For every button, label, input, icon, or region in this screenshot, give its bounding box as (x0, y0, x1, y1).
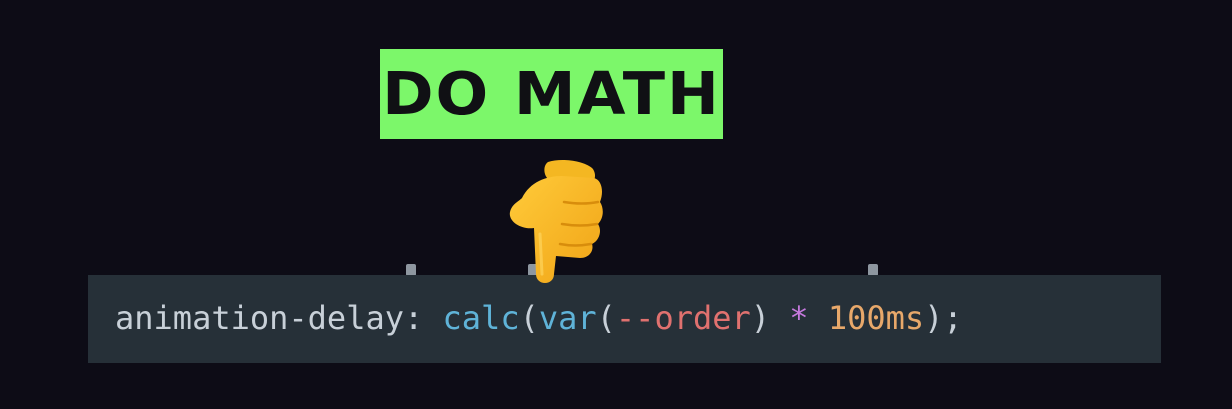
open-paren: ( (596, 299, 616, 337)
colon: : (403, 299, 443, 337)
caption-text: DO MATH (382, 58, 721, 129)
caption-badge: DO MATH (380, 49, 723, 139)
open-paren: ( (519, 299, 539, 337)
number-value: 100ms (827, 299, 925, 337)
semicolon: ; (943, 299, 963, 337)
pointing-down-hand-icon (509, 160, 603, 283)
var-function: var (538, 299, 597, 337)
code-line-animation-delay: animation-delay: calc(var(--order) * 100… (115, 296, 963, 340)
multiply-operator: * (789, 299, 809, 337)
close-paren: ) (750, 299, 771, 337)
custom-property: --order (615, 299, 751, 337)
partial-previous-code-line (88, 255, 1161, 275)
calc-function: calc (442, 299, 520, 337)
video-frame: DO MATH animation-delay: calc(var(--orde… (0, 0, 1232, 409)
css-property-name: animation-delay (115, 299, 404, 337)
close-paren: ) (924, 299, 944, 337)
